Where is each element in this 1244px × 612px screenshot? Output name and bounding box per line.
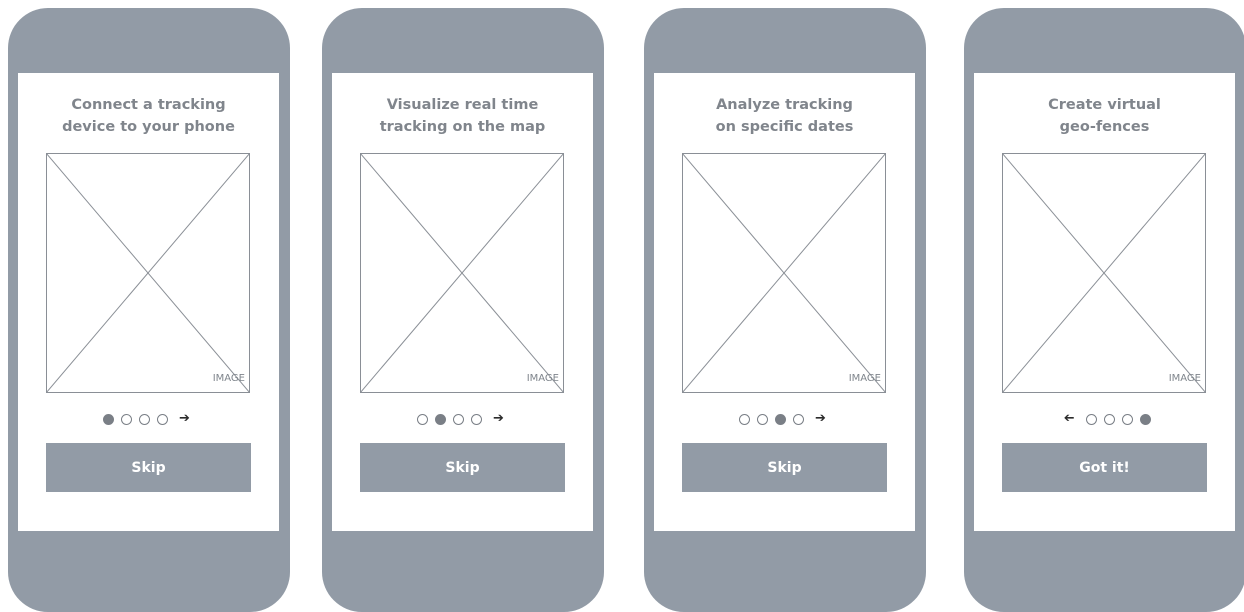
skip-button[interactable]: Skip	[682, 443, 887, 492]
phone-frame-4: Create virtual geo-fences IMAGE ➔ Got it…	[964, 8, 1244, 612]
image-placeholder-graphic	[360, 153, 564, 393]
arrow-right-icon[interactable]: ➔	[814, 412, 828, 426]
phone-frame-1: Connect a tracking device to your phone …	[8, 8, 290, 612]
got-it-button[interactable]: Got it!	[1002, 443, 1207, 492]
arrow-left-icon[interactable]: ➔	[1062, 411, 1076, 426]
page-dot[interactable]	[774, 413, 786, 425]
page-dot[interactable]	[434, 413, 446, 425]
page-dot[interactable]	[1103, 413, 1115, 425]
image-placeholder: IMAGE	[46, 153, 250, 393]
onboarding-screen-2: Visualize real time tracking on the map …	[332, 73, 593, 531]
page-dot[interactable]	[792, 413, 804, 425]
page-dot[interactable]	[416, 413, 428, 425]
image-placeholder-graphic	[46, 153, 250, 393]
page-dot[interactable]	[120, 413, 132, 425]
page-indicator: ➔	[332, 412, 593, 426]
image-placeholder: IMAGE	[682, 153, 886, 393]
image-label: IMAGE	[848, 373, 881, 384]
phone-frame-3: Analyze tracking on specific dates IMAGE…	[644, 8, 926, 612]
image-placeholder: IMAGE	[1002, 153, 1206, 393]
skip-button[interactable]: Skip	[46, 443, 251, 492]
onboarding-screen-1: Connect a tracking device to your phone …	[18, 73, 279, 531]
page-indicator: ➔	[654, 412, 915, 426]
page-dot[interactable]	[156, 413, 168, 425]
image-placeholder-graphic	[1002, 153, 1206, 393]
image-label: IMAGE	[1168, 373, 1201, 384]
page-indicator: ➔	[18, 412, 279, 426]
skip-button[interactable]: Skip	[360, 443, 565, 492]
image-label: IMAGE	[212, 373, 245, 384]
page-dot[interactable]	[1139, 413, 1151, 425]
image-placeholder-graphic	[682, 153, 886, 393]
page-dot[interactable]	[138, 413, 150, 425]
onboarding-title: Connect a tracking device to your phone	[62, 97, 235, 135]
onboarding-screen-4: Create virtual geo-fences IMAGE ➔ Got it…	[974, 73, 1235, 531]
phone-frame-2: Visualize real time tracking on the map …	[322, 8, 604, 612]
onboarding-title: Visualize real time tracking on the map	[379, 97, 546, 135]
page-dot[interactable]	[756, 413, 768, 425]
image-placeholder: IMAGE	[360, 153, 564, 393]
arrow-right-icon[interactable]: ➔	[178, 412, 192, 426]
onboarding-title: Analyze tracking on specific dates	[715, 97, 854, 135]
onboarding-screen-3: Analyze tracking on specific dates IMAGE…	[654, 73, 915, 531]
page-indicator: ➔	[974, 411, 1235, 426]
page-dot[interactable]	[452, 413, 464, 425]
page-dot[interactable]	[470, 413, 482, 425]
onboarding-title: Create virtual geo-fences	[1048, 97, 1161, 135]
arrow-right-icon[interactable]: ➔	[492, 412, 506, 426]
page-dot[interactable]	[102, 413, 114, 425]
page-dot[interactable]	[738, 413, 750, 425]
image-label: IMAGE	[526, 373, 559, 384]
page-dot[interactable]	[1085, 413, 1097, 425]
page-dot[interactable]	[1121, 413, 1133, 425]
